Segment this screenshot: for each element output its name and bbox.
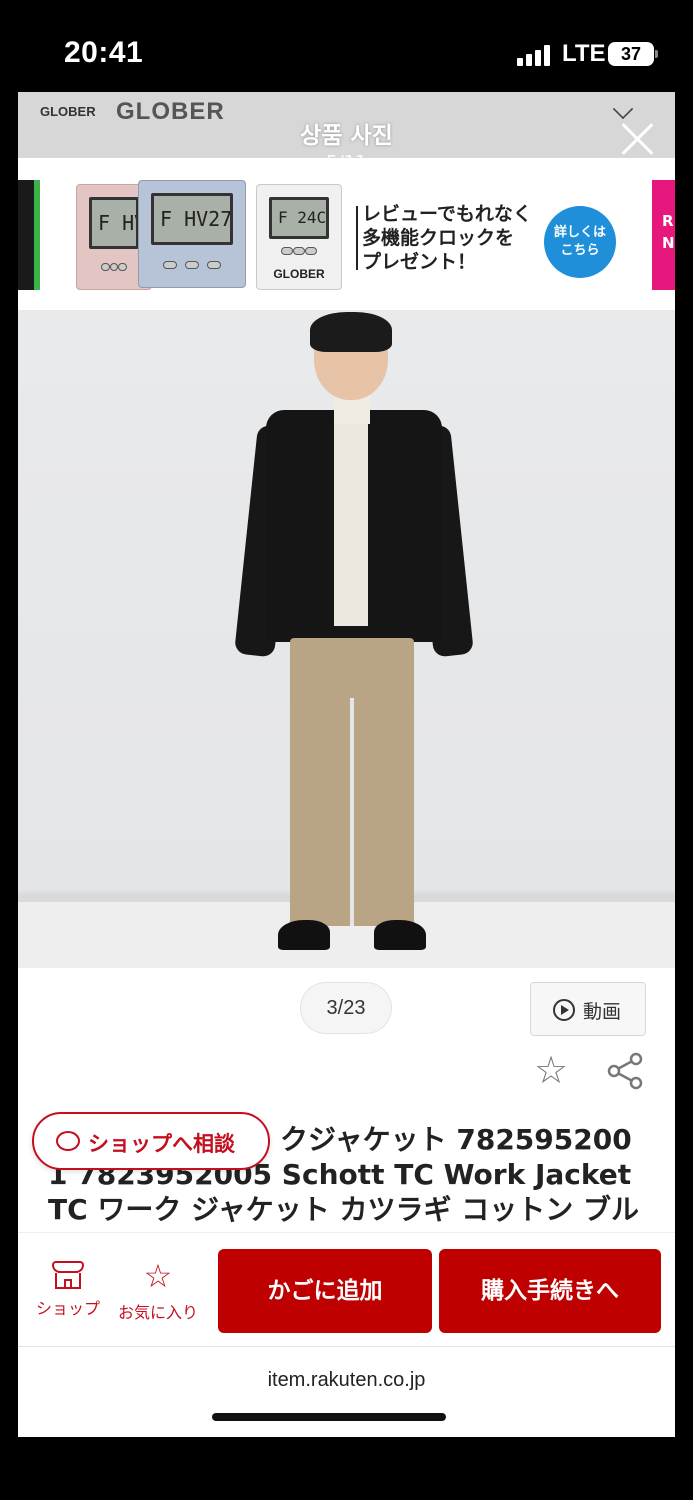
network-label: LTE: [562, 40, 606, 67]
close-icon[interactable]: [620, 122, 654, 156]
viewer-title: 상품 사진: [300, 123, 393, 149]
url-text: item.rakuten.co.jp: [267, 1369, 426, 1391]
star-outline-icon: ☆: [143, 1257, 173, 1295]
status-time: 20:41: [64, 36, 144, 69]
clock-product-white: F 24C 2028 GLOBER: [256, 184, 342, 290]
share-icon[interactable]: [606, 1052, 644, 1090]
bottom-action-bar: ショップ ☆ お気に入り かごに追加 購入手続きへ: [18, 1232, 675, 1340]
ad-left-edge: [18, 180, 40, 290]
shop-consult-label: ショップへ相談: [88, 1132, 235, 1156]
favorite-nav-button[interactable]: ☆ お気に入り: [116, 1257, 200, 1327]
clock-display: F 24C 2028: [269, 197, 329, 239]
battery-icon: 37: [608, 42, 654, 66]
ad-divider: [356, 206, 358, 270]
video-label: 動画: [583, 1001, 622, 1023]
video-button[interactable]: 動画: [530, 982, 646, 1036]
clock-product-blue: F HV27: [138, 180, 246, 288]
chat-icon: [56, 1131, 80, 1151]
signal-icon: [517, 44, 553, 66]
shop-icon: [52, 1261, 84, 1291]
favorite-nav-label: お気に入り: [117, 1303, 198, 1322]
status-bar: 20:41 LTE 37: [0, 0, 693, 92]
shop-nav-button[interactable]: ショップ: [26, 1257, 110, 1327]
shop-nav-label: ショップ: [35, 1299, 100, 1318]
ad-cta-line: こちら: [560, 243, 600, 258]
photo-viewer: GLOBER GLOBER F HV F HV27 F 24C 2028 GLO…: [18, 92, 675, 1437]
ad-cta-line: 詳しくは: [553, 225, 606, 240]
clock-display: F HV: [89, 197, 139, 249]
home-indicator[interactable]: [212, 1413, 446, 1421]
ad-details-button[interactable]: 詳しくは こちら: [544, 206, 616, 278]
product-title-line: TC ワーク ジャケット カツラギ コットン ブル: [48, 1193, 639, 1226]
image-pager: 3/23: [300, 982, 392, 1034]
add-to-cart-button[interactable]: かごに追加: [218, 1249, 432, 1333]
product-photo[interactable]: [18, 310, 675, 968]
checkout-button[interactable]: 購入手続きへ: [439, 1249, 661, 1333]
model-figure: [234, 312, 474, 962]
shop-consult-button[interactable]: ショップへ相談: [32, 1112, 270, 1170]
ad-copy-line: プレゼント！: [362, 251, 477, 273]
clock-brand-label: GLOBER: [273, 267, 325, 281]
battery-tip: [655, 50, 658, 58]
clock-display: F HV27: [151, 193, 233, 245]
ad-copy-line: 多機能クロックを: [362, 227, 515, 249]
play-icon: [553, 999, 575, 1021]
viewer-counter: 5/11: [326, 152, 367, 173]
star-icon[interactable]: ☆: [534, 1048, 568, 1092]
screen-bottom: [0, 1437, 693, 1500]
ad-banner[interactable]: F HV F HV27 F 24C 2028 GLOBER レビューでもれなく …: [18, 158, 675, 310]
ad-copy: レビューでもれなく 多機能クロックを プレゼント！: [362, 202, 542, 274]
browser-url-bar[interactable]: item.rakuten.co.jp: [18, 1346, 675, 1437]
ad-right-edge: R N: [652, 180, 675, 290]
ad-copy-line: レビューでもれなく: [362, 203, 532, 225]
